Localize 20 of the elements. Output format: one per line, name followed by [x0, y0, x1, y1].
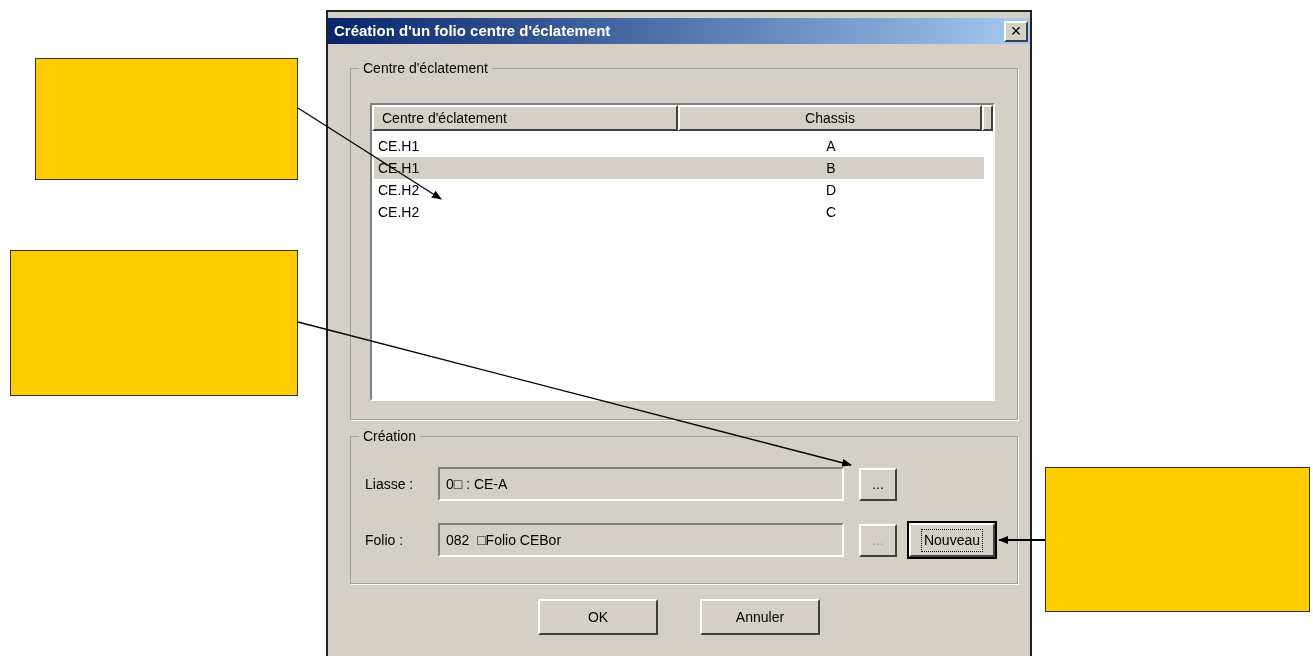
- list-cell-text: CE.H2: [377, 202, 421, 222]
- input-field[interactable]: 082 □Folio CEBor: [438, 523, 844, 557]
- field-label: Folio :: [365, 530, 405, 550]
- window-title: Création d'un folio centre d'éclatement: [334, 20, 611, 41]
- column-header[interactable]: Chassis: [678, 105, 982, 131]
- dialog-button[interactable]: Annuler: [700, 599, 820, 635]
- leader-line: [998, 536, 1046, 544]
- new-button[interactable]: Nouveau: [909, 523, 995, 557]
- list-cell-text: CE.H2: [377, 180, 421, 200]
- close-button[interactable]: ×: [1004, 20, 1028, 42]
- list-cell-text: A: [825, 136, 837, 156]
- dialog-button[interactable]: OK: [538, 599, 658, 635]
- list-cell-text: C: [824, 202, 838, 222]
- input-field[interactable]: 0□ : CE-A: [438, 467, 844, 501]
- browse-button[interactable]: ...: [859, 467, 897, 501]
- list-cell-text: CE.H1: [377, 136, 421, 156]
- list-cell-text: B: [825, 158, 837, 178]
- list-cell-text: D: [824, 180, 838, 200]
- column-header[interactable]: Centre d'éclatement: [372, 105, 678, 131]
- field-label: Liasse :: [365, 474, 415, 494]
